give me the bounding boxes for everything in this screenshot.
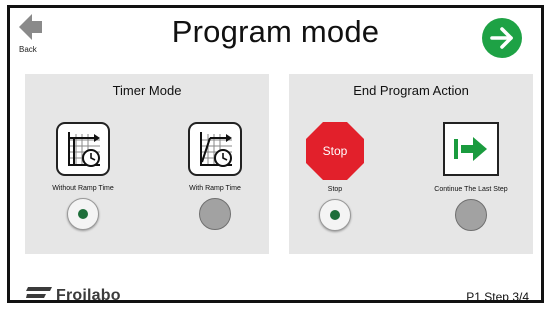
stop-sign-icon: Stop xyxy=(306,122,364,180)
end-program-action-panel: End Program Action Stop Stop Continue Th… xyxy=(289,74,533,254)
stop-label: Stop xyxy=(327,186,343,193)
option-with-ramp: With Ramp Time xyxy=(165,122,265,230)
program-mode-screen: Back Program mode Timer Mode Without Ram… xyxy=(7,5,544,303)
stop-sign-button[interactable]: Stop xyxy=(306,122,364,180)
without-ramp-label: Without Ramp Time xyxy=(52,185,114,192)
stop-radio[interactable] xyxy=(319,199,351,231)
stop-sign-text: Stop xyxy=(323,144,348,158)
chart-clock-no-ramp-icon xyxy=(68,132,100,167)
without-ramp-radio[interactable] xyxy=(67,198,99,230)
continue-last-step-tile[interactable] xyxy=(443,122,499,176)
continue-arrow-icon xyxy=(454,137,487,161)
with-ramp-radio[interactable] xyxy=(199,198,231,230)
without-ramp-tile[interactable] xyxy=(56,122,110,176)
froilabo-logo-icon xyxy=(26,287,52,298)
continue-last-step-label: Continue The Last Step xyxy=(434,186,508,193)
timer-mode-title: Timer Mode xyxy=(112,83,182,98)
next-button[interactable] xyxy=(482,18,522,58)
logo-text: Froilabo xyxy=(56,287,121,303)
page-title: Program mode xyxy=(171,14,380,49)
arrow-right-circle-icon xyxy=(490,27,513,49)
with-ramp-tile[interactable] xyxy=(188,122,242,176)
option-without-ramp: Without Ramp Time xyxy=(33,122,133,230)
continue-last-step-radio[interactable] xyxy=(455,199,487,231)
step-indicator: P1 Step 3/4 xyxy=(466,290,529,303)
timer-mode-panel: Timer Mode Without Ramp Time With Ramp T… xyxy=(25,74,269,254)
with-ramp-label: With Ramp Time xyxy=(189,185,241,192)
end-program-action-title: End Program Action xyxy=(353,83,469,98)
option-stop: Stop Stop xyxy=(285,122,385,231)
chart-clock-ramp-icon xyxy=(200,132,232,167)
option-continue: Continue The Last Step xyxy=(421,122,521,231)
